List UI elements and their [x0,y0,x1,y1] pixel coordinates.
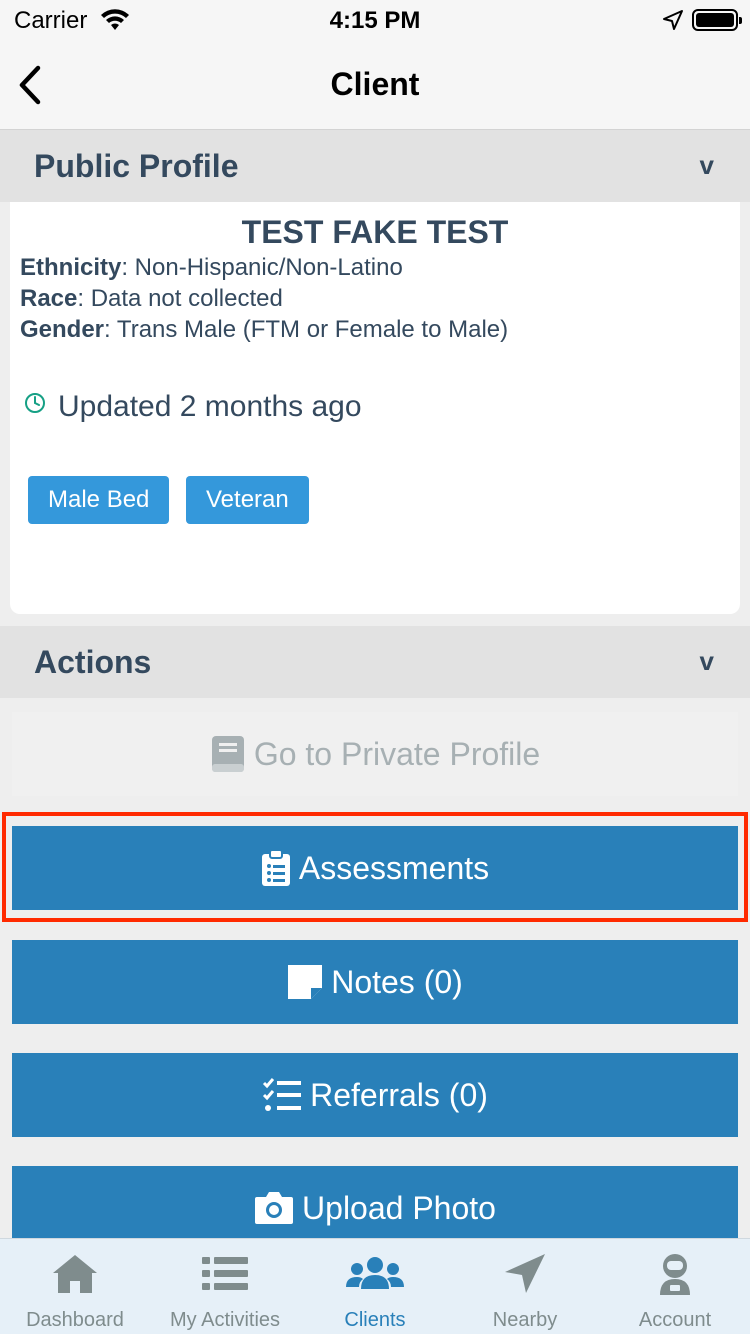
button-label: Upload Photo [302,1189,496,1226]
tab-clients[interactable]: Clients [300,1239,450,1334]
clock-icon [25,393,45,413]
tab-account[interactable]: Account [600,1239,750,1334]
ethnicity-row: Ethnicity: Non-Hispanic/Non-Latino [20,254,403,282]
gender-row: Gender: Trans Male (FTM or Female to Mal… [20,316,508,344]
tasks-icon [262,1077,302,1113]
button-label: Assessments [298,849,490,886]
camera-icon [254,1191,294,1225]
referrals-button[interactable]: Referrals (0) [12,1053,738,1137]
clipboard-list-icon [261,849,291,887]
tab-label: Dashboard [26,1309,124,1331]
actions-header[interactable]: Actions v [0,626,750,698]
updated-text: Updated 2 months ago [58,390,362,423]
home-icon [50,1251,100,1297]
tab-bar: Dashboard My Activities Clients Nearby A… [0,1238,750,1334]
field-label: Ethnicity [20,254,122,281]
list-icon [200,1251,250,1297]
tab-dashboard[interactable]: Dashboard [0,1239,150,1334]
field-value: : Trans Male (FTM or Female to Male) [104,316,509,343]
race-row: Race: Data not collected [20,285,283,313]
status-time: 4:15 PM [329,7,421,34]
field-value: : Data not collected [77,285,283,312]
chevron-down-icon[interactable]: v [700,150,714,181]
button-label: Go to Private Profile [253,735,541,772]
field-label: Gender [20,316,105,343]
tab-label: Clients [344,1309,406,1331]
button-label: Notes (0) [331,963,463,1000]
button-label: Referrals (0) [310,1076,488,1113]
tab-label: Nearby [492,1309,558,1331]
location-arrow-icon [500,1251,550,1297]
astronaut-icon [650,1251,700,1297]
sticky-note-icon [287,964,323,1000]
tab-label: Account [638,1309,712,1331]
assessments-button[interactable]: Assessments [12,826,738,910]
chevron-down-icon[interactable]: v [700,646,714,677]
profile-card: TEST FAKE TEST Ethnicity: Non-Hispanic/N… [10,202,740,614]
tag-veteran: Veteran [186,476,309,524]
section-title: Public Profile [34,148,239,184]
client-name: TEST FAKE TEST [241,214,509,250]
public-profile-header[interactable]: Public Profile v [0,130,750,202]
private-profile-button[interactable]: Go to Private Profile [12,712,738,796]
page-title: Client [330,66,420,102]
notes-button[interactable]: Notes (0) [12,940,738,1024]
tag-male-bed: Male Bed [28,476,170,524]
location-icon [662,9,684,38]
navigation-bar: Client [0,40,750,130]
section-title: Actions [34,644,152,680]
field-value: : Non-Hispanic/Non-Latino [121,254,403,281]
battery-icon [692,9,742,31]
tab-nearby[interactable]: Nearby [450,1239,600,1334]
tab-my-activities[interactable]: My Activities [150,1239,300,1334]
field-label: Race [20,285,78,312]
status-bar: Carrier 4:15 PM [0,0,750,40]
book-icon [210,734,246,774]
users-icon [346,1251,404,1297]
tab-label: My Activities [169,1309,281,1331]
